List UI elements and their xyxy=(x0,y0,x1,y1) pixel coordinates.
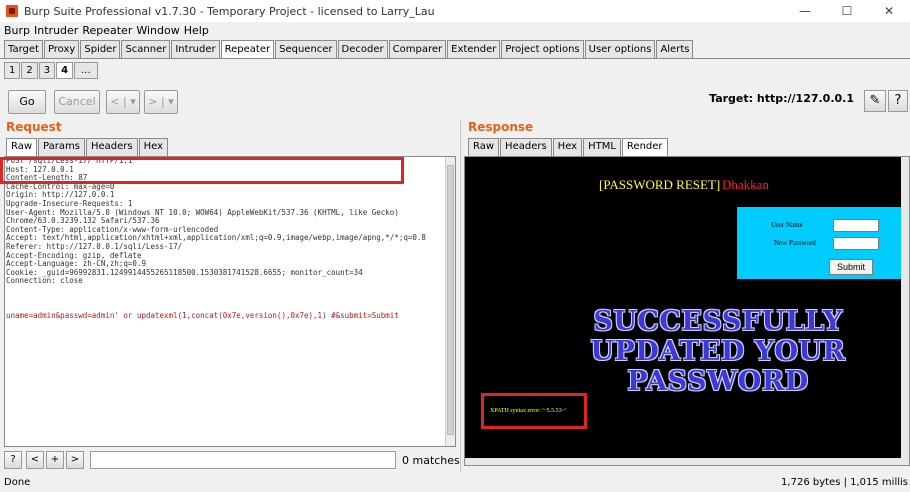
page-author: Dhakkan xyxy=(722,177,769,192)
request-body: uname=admin&passwd=admin' or updatexml(1… xyxy=(6,310,399,320)
maximize-icon[interactable]: ☐ xyxy=(826,0,868,22)
repeater-tab-2[interactable]: 2 xyxy=(21,62,38,79)
target-label: Target: http://127.0.0.1 xyxy=(709,92,854,105)
request-scrollbar[interactable] xyxy=(445,157,455,446)
response-tab-render[interactable]: Render xyxy=(621,138,668,156)
search-next-button[interactable]: > xyxy=(66,451,84,469)
back-button[interactable]: < | ▾ xyxy=(106,90,140,114)
tab-extender[interactable]: Extender xyxy=(447,40,501,59)
payload-highlight-box xyxy=(0,157,404,184)
response-tab-headers[interactable]: Headers xyxy=(500,138,552,156)
menu-help[interactable]: Help xyxy=(184,24,209,37)
response-tab-html[interactable]: HTML xyxy=(583,138,621,156)
page-heading: [PASSWORD RESET] xyxy=(599,177,721,192)
repeater-tab-new[interactable]: ... xyxy=(74,62,98,79)
response-title: Response xyxy=(468,120,534,134)
user-name-field[interactable] xyxy=(833,219,879,232)
tab-decoder[interactable]: Decoder xyxy=(337,40,388,59)
success-line: UPDATED YOUR xyxy=(590,336,846,367)
response-hscrollbar[interactable] xyxy=(465,458,909,465)
reset-form: User Name New Password Submit xyxy=(737,207,909,279)
main-tabs: Target Proxy Spider Scanner Intruder Rep… xyxy=(4,40,694,59)
request-title: Request xyxy=(6,120,62,134)
window-controls: — ☐ ✕ xyxy=(784,0,910,22)
pane-divider[interactable] xyxy=(460,120,461,472)
tab-repeater[interactable]: Repeater xyxy=(220,40,275,59)
repeater-tab-1[interactable]: 1 xyxy=(4,62,21,79)
scroll-thumb[interactable] xyxy=(447,165,454,435)
search-input[interactable] xyxy=(90,451,396,469)
minimize-icon[interactable]: — xyxy=(784,0,826,22)
go-button[interactable]: Go xyxy=(8,90,46,114)
repeater-tab-3[interactable]: 3 xyxy=(38,62,56,79)
tab-alerts[interactable]: Alerts xyxy=(656,40,694,59)
success-line: PASSWORD xyxy=(627,366,809,397)
repeater-tabs: 1 2 3 4 ... xyxy=(4,62,99,79)
edit-target-button[interactable]: ✎ xyxy=(864,90,886,112)
menu-bar: Burp Intruder Repeater Window Help xyxy=(0,22,910,39)
window-title: Burp Suite Professional v1.7.30 - Tempor… xyxy=(24,4,435,18)
tab-proxy[interactable]: Proxy xyxy=(43,40,80,59)
tab-target[interactable]: Target xyxy=(4,40,43,59)
title-bar: Burp Suite Professional v1.7.30 - Tempor… xyxy=(0,0,910,22)
success-line: SUCCESSFULLY xyxy=(593,306,843,337)
menu-intruder[interactable]: Intruder xyxy=(34,24,78,37)
tab-user-options[interactable]: User options xyxy=(584,40,656,59)
response-scrollbar[interactable] xyxy=(901,157,909,465)
search-help-button[interactable]: ? xyxy=(4,451,22,469)
cancel-button[interactable]: Cancel xyxy=(54,90,100,114)
tab-scanner[interactable]: Scanner xyxy=(121,40,171,59)
request-line: Connection: close xyxy=(6,276,83,286)
menu-repeater[interactable]: Repeater xyxy=(82,24,132,37)
match-count: 0 matches xyxy=(402,454,460,467)
burp-logo-icon xyxy=(6,5,18,17)
request-tabs: Raw Params Headers Hex xyxy=(6,138,169,156)
request-tab-hex[interactable]: Hex xyxy=(138,138,168,156)
tab-sequencer[interactable]: Sequencer xyxy=(275,40,337,59)
response-stats: 1,726 bytes | 1,015 millis xyxy=(781,477,908,488)
submit-button[interactable]: Submit xyxy=(829,259,873,275)
error-highlight-box: XPATH syntax error: '~5.5.53~' xyxy=(481,393,587,429)
xpath-error: XPATH syntax error: '~5.5.53~' xyxy=(490,408,566,414)
response-tab-hex[interactable]: Hex xyxy=(552,138,583,156)
tab-divider xyxy=(0,58,910,59)
tab-comparer[interactable]: Comparer xyxy=(388,40,447,59)
status-bar: Done 1,726 bytes | 1,015 millis xyxy=(0,474,910,492)
menu-burp[interactable]: Burp xyxy=(4,24,30,37)
request-tab-raw[interactable]: Raw xyxy=(6,138,38,156)
user-name-label: User Name xyxy=(771,221,803,229)
success-message: SUCCESSFULLY UPDATED YOUR PASSWORD xyxy=(561,307,875,397)
response-render: [PASSWORD RESET] Dhakkan User Name New P… xyxy=(464,156,910,466)
response-tabs: Raw Headers Hex HTML Render xyxy=(468,138,669,156)
repeater-tab-4[interactable]: 4 xyxy=(56,62,74,79)
request-tab-headers[interactable]: Headers xyxy=(85,138,138,156)
request-tab-params[interactable]: Params xyxy=(38,138,85,156)
search-add-button[interactable]: + xyxy=(46,451,64,469)
search-prev-button[interactable]: < xyxy=(26,451,44,469)
tab-spider[interactable]: Spider xyxy=(80,40,121,59)
search-bar: ? < + > 0 matches xyxy=(4,451,460,471)
new-password-label: New Password xyxy=(774,239,816,247)
status-text: Done xyxy=(4,477,31,488)
response-tab-raw[interactable]: Raw xyxy=(468,138,500,156)
pencil-icon: ✎ xyxy=(869,93,881,108)
close-icon[interactable]: ✕ xyxy=(868,0,910,22)
forward-button[interactable]: > | ▾ xyxy=(144,90,178,114)
menu-window[interactable]: Window xyxy=(136,24,179,37)
tab-project-options[interactable]: Project options xyxy=(501,40,584,59)
new-password-field[interactable] xyxy=(833,237,879,250)
help-button[interactable]: ? xyxy=(888,90,908,112)
tab-intruder[interactable]: Intruder xyxy=(171,40,220,59)
request-editor[interactable]: POST /sqli/Less-17/ HTTP/1.1 Host: 127.0… xyxy=(4,156,456,447)
